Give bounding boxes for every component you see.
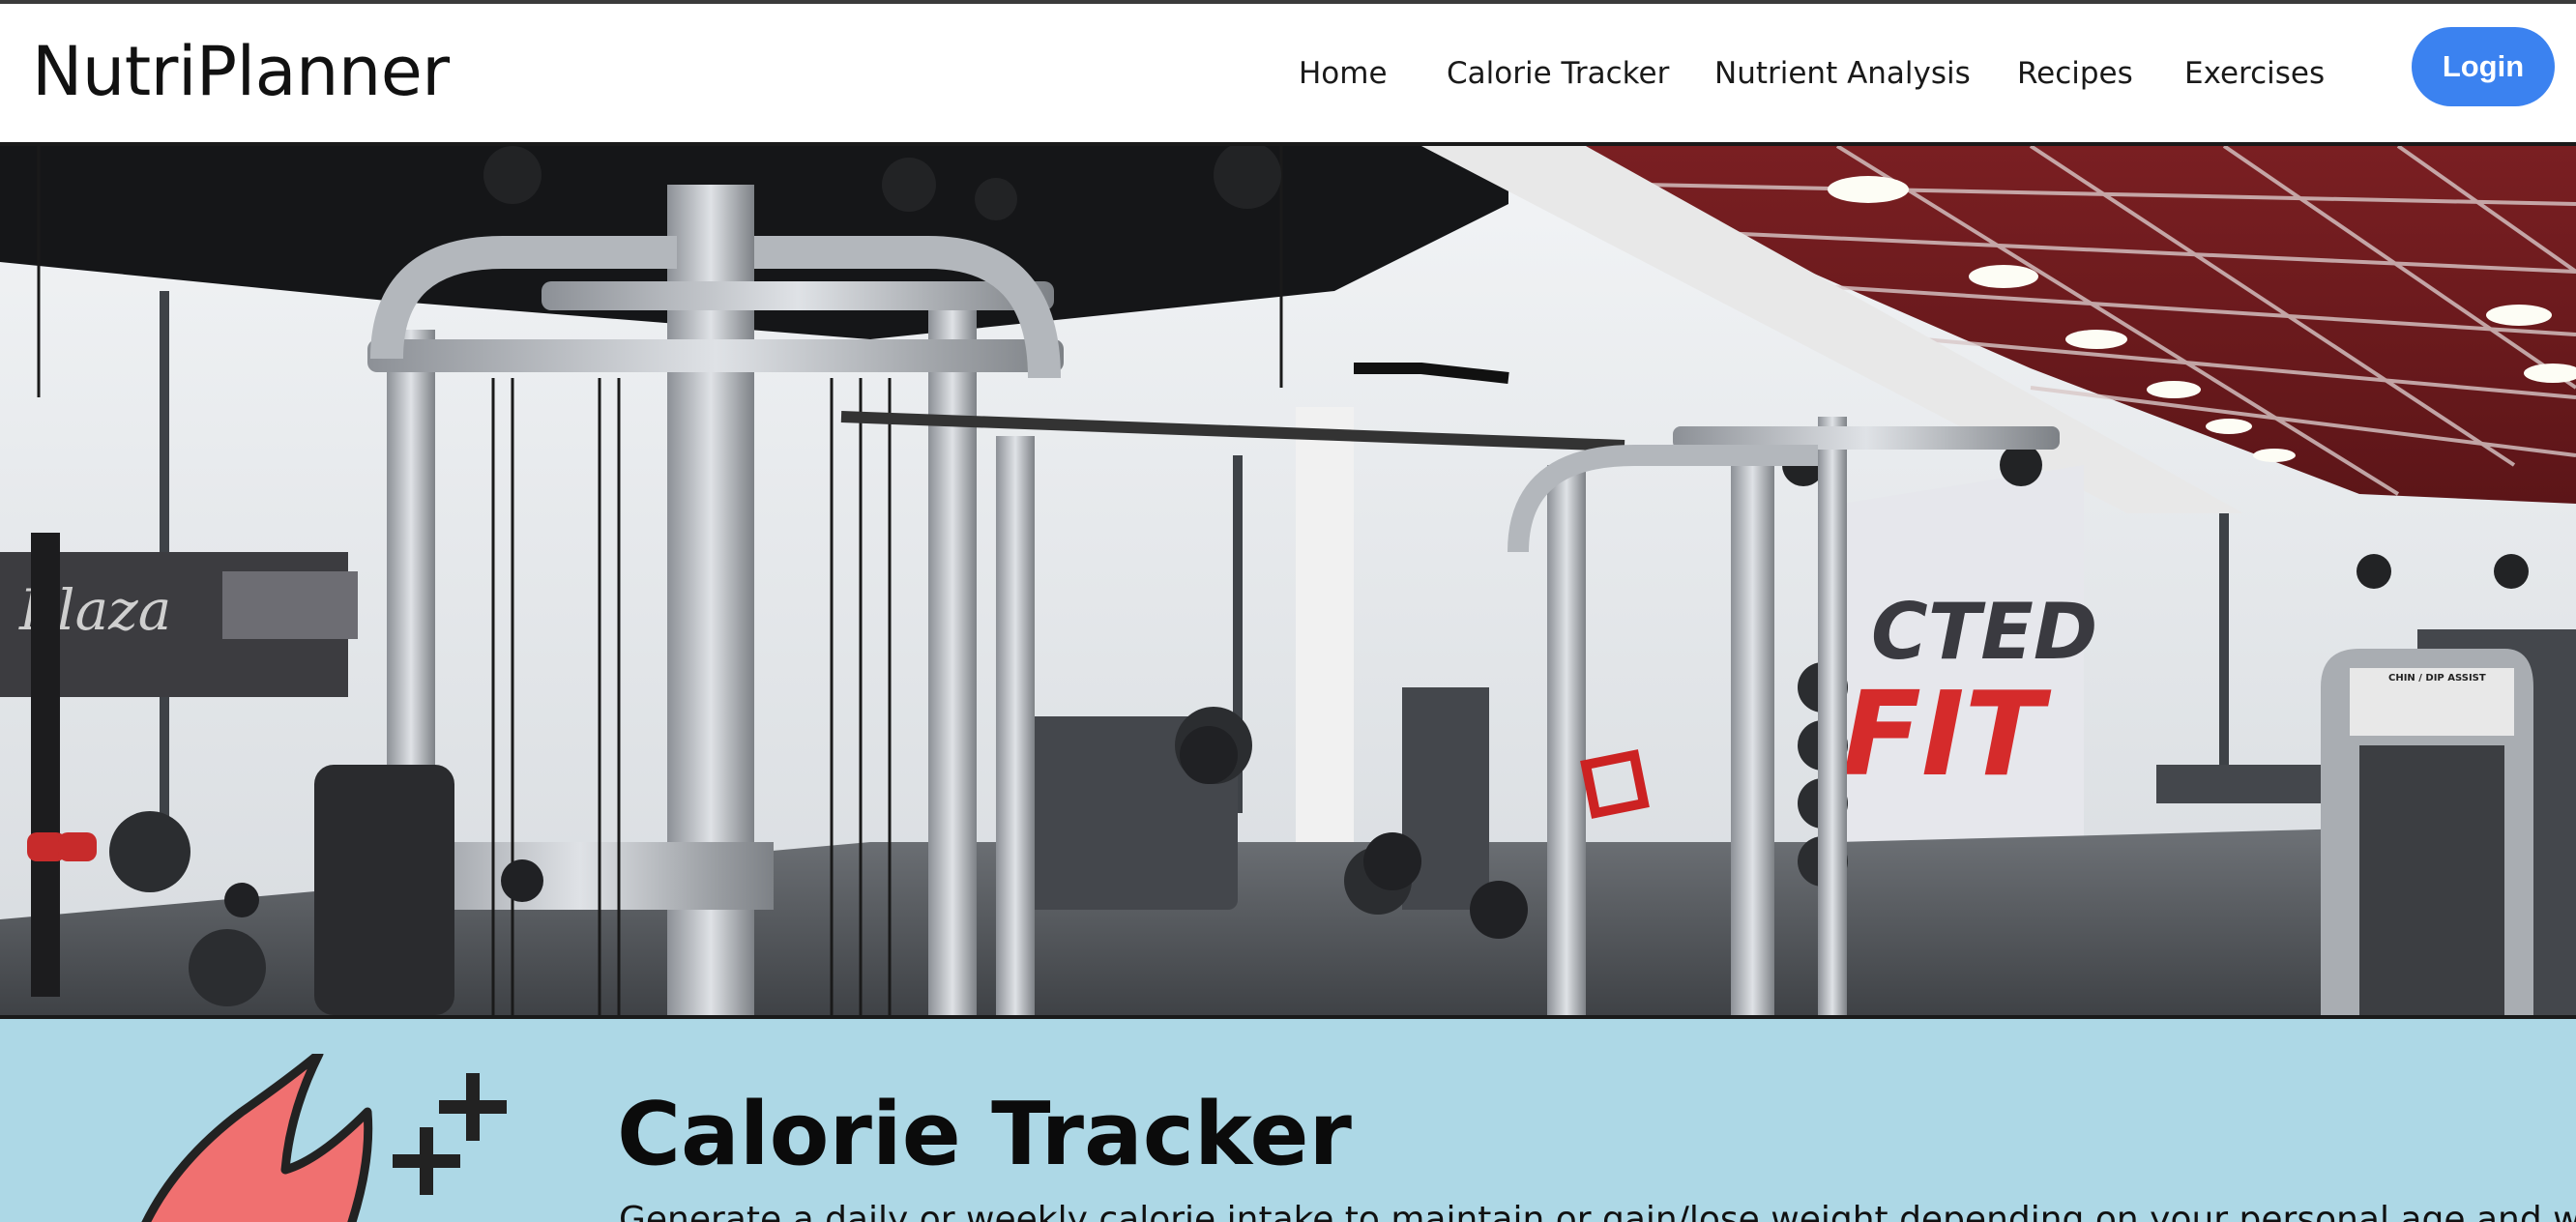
nav-nutrient-analysis[interactable]: Nutrient Analysis — [1714, 56, 1971, 92]
feature-description: Generate a daily or weekly calorie intak… — [619, 1200, 2576, 1222]
machine-label: CHIN / DIP ASSIST — [2388, 673, 2486, 684]
gym-photo-illustration: Plaza CTED FIT CHIN / DIP ASSIST — [0, 146, 2576, 1015]
flame-plus-icon — [141, 1054, 507, 1222]
feature-section-calorie-tracker: Calorie Tracker Generate a daily or week… — [0, 1019, 2576, 1222]
login-button[interactable]: Login — [2412, 27, 2555, 106]
nav-home[interactable]: Home — [1299, 56, 1388, 92]
brand-logo[interactable]: NutriPlanner — [32, 31, 450, 112]
nav-exercises[interactable]: Exercises — [2184, 56, 2325, 92]
nav-calorie-tracker[interactable]: Calorie Tracker — [1447, 56, 1669, 92]
banner-text-bottom: FIT — [1842, 668, 2052, 802]
site-header: NutriPlanner Home Calorie Tracker Nutrie… — [0, 4, 2576, 142]
nav-recipes[interactable]: Recipes — [2017, 56, 2133, 92]
hero-image: Plaza CTED FIT CHIN / DIP ASSIST — [0, 146, 2576, 1015]
feature-title: Calorie Tracker — [617, 1084, 1352, 1185]
banner-text-top: CTED — [1871, 587, 2097, 677]
